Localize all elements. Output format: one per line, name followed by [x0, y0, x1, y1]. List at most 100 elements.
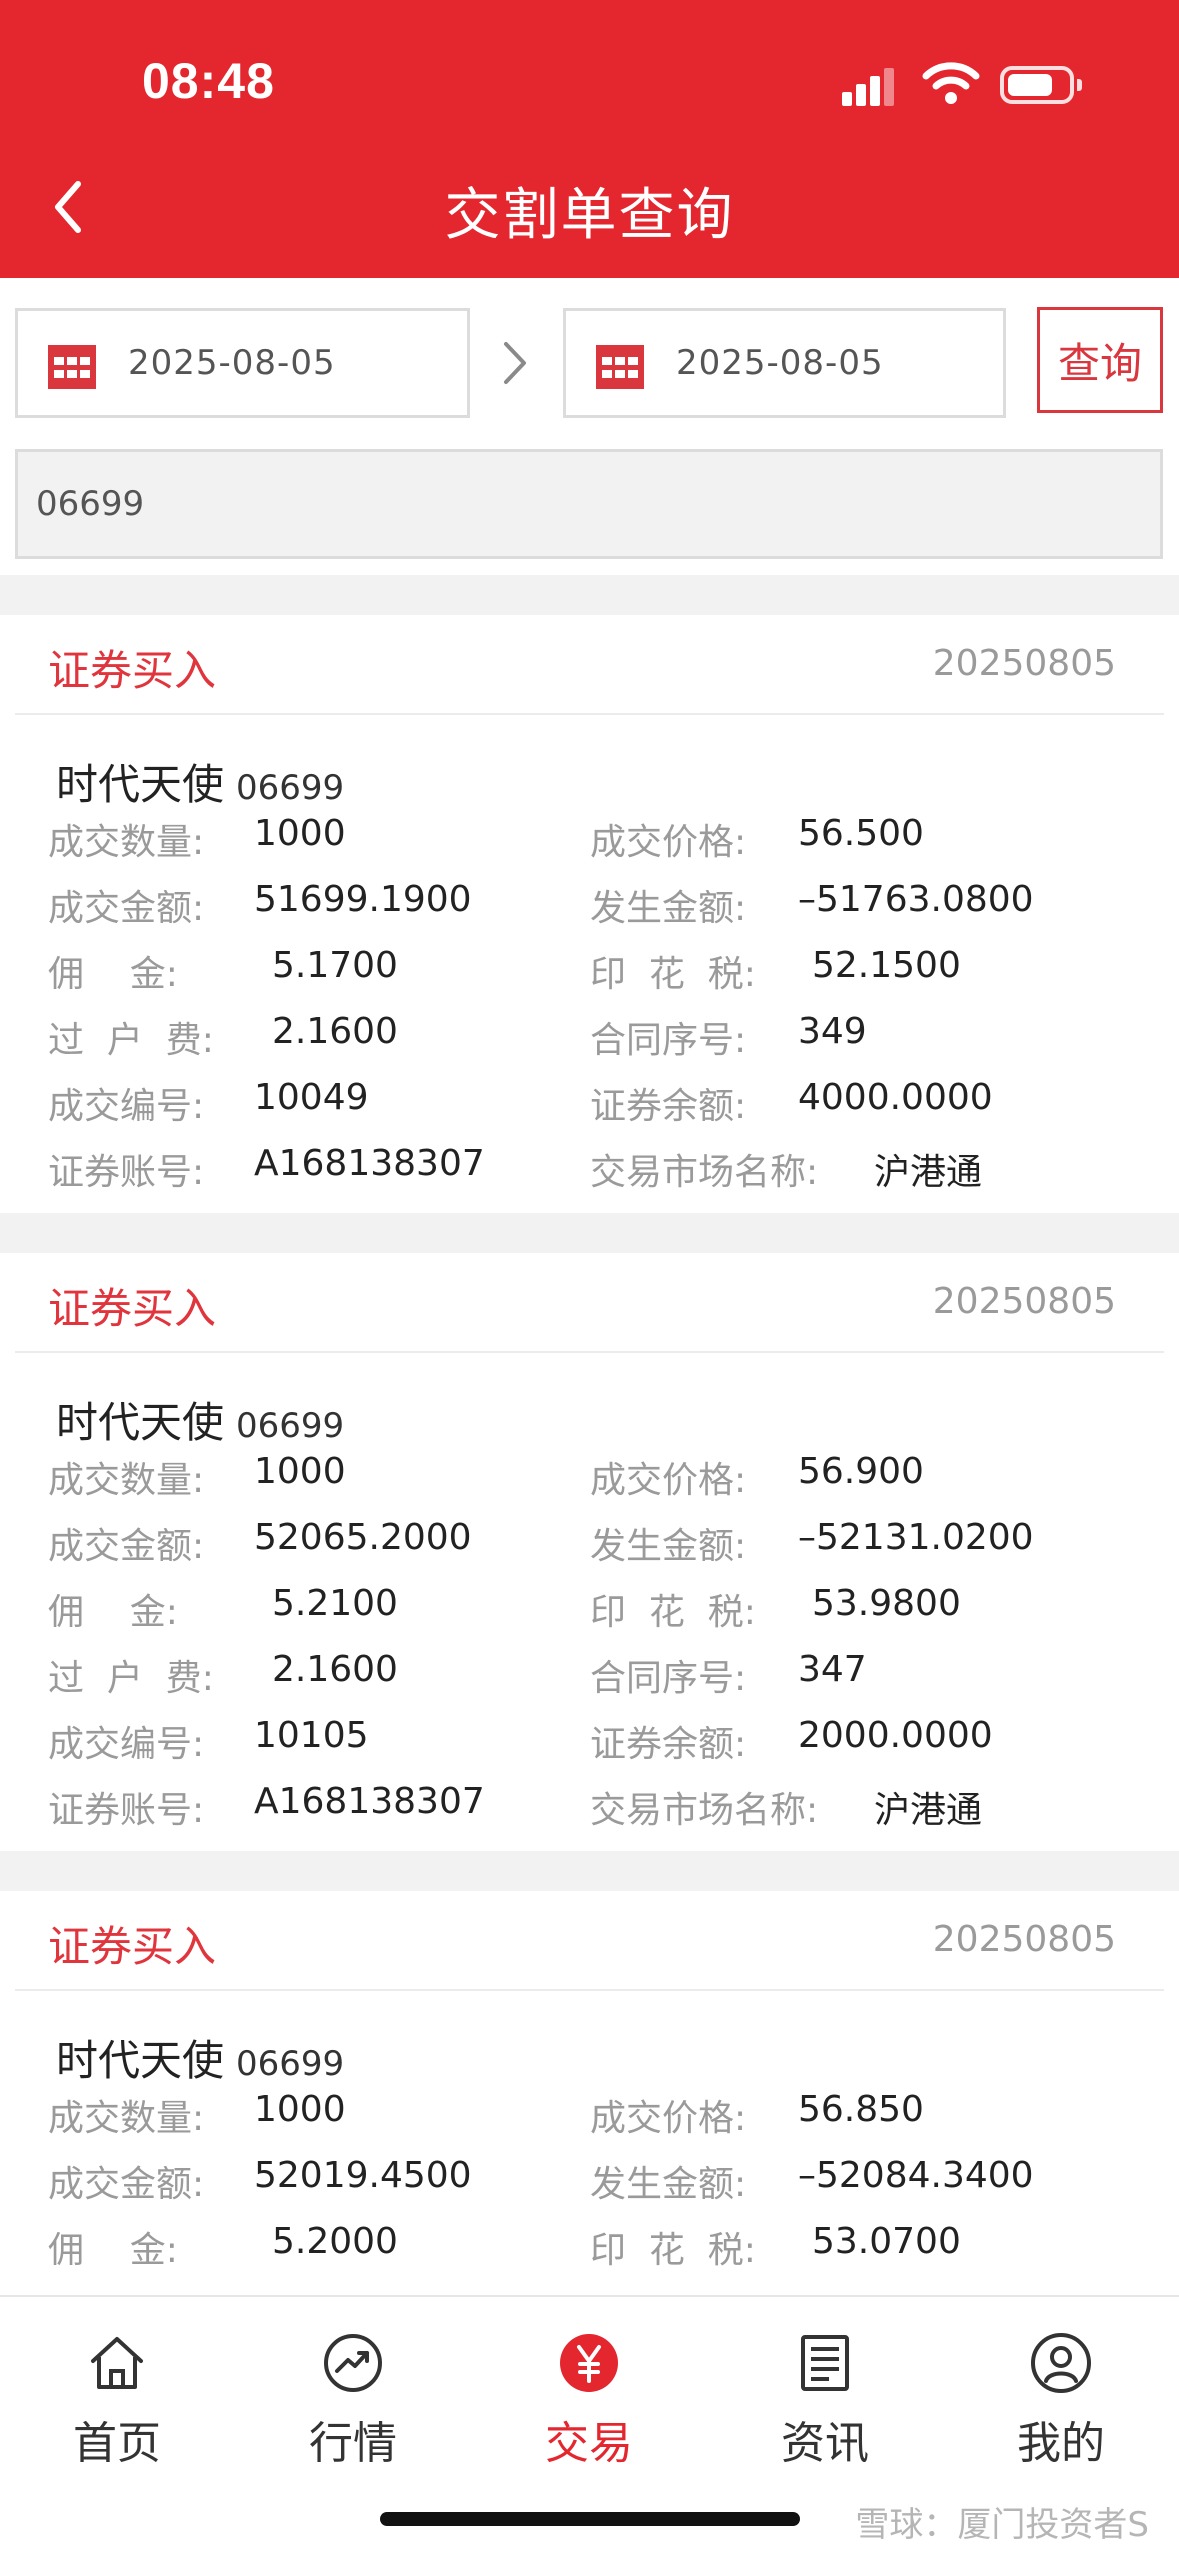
stock-line: 时代天使 06699	[56, 751, 344, 812]
field-value: 347	[798, 1649, 867, 1690]
field-label: 过 户 费:	[48, 1020, 214, 1061]
news-icon	[801, 2335, 849, 2391]
stock-name: 时代天使	[56, 760, 225, 809]
field-value: 53.9800	[812, 1583, 961, 1624]
battery-icon	[1000, 66, 1082, 104]
field-label: 佣 金:	[48, 1592, 178, 1633]
end-date-picker[interactable]: 2025-08-05	[563, 308, 1006, 418]
calendar-icon	[596, 345, 644, 389]
field-value: 10105	[254, 1715, 369, 1756]
start-date-value: 2025-08-05	[128, 343, 336, 383]
tab-label: 资讯	[781, 2418, 869, 2469]
field-label: 成交金额:	[48, 1526, 205, 1567]
header-bar: 08:48 交割单查询	[0, 0, 1179, 278]
trade-record-card[interactable]: 证券买入 20250805 时代天使 06699 成交数量: 1000 成交价格: 5…	[0, 615, 1179, 1213]
field-label: 证券余额:	[590, 1086, 747, 1127]
tab-trade[interactable]: 交易	[499, 2331, 679, 2481]
field-label: 发生金额:	[590, 2164, 747, 2205]
field-label: 过 户 费:	[48, 1658, 214, 1699]
field-value: 51699.1900	[254, 879, 472, 920]
field-value: –52084.3400	[798, 2155, 1034, 2196]
profile-icon	[1031, 2333, 1091, 2393]
cellular-signal-icon	[842, 66, 894, 106]
field-value: 1000	[254, 2089, 346, 2130]
field-label: 印 花 税:	[590, 1592, 756, 1633]
field-value: 5.2000	[272, 2221, 398, 2262]
card-header: 证券买入 20250805	[15, 1253, 1164, 1353]
field-label: 合同序号:	[590, 1658, 747, 1699]
field-label: 成交金额:	[48, 888, 205, 929]
field-label: 成交编号:	[48, 1724, 205, 1765]
trade-record-card[interactable]: 证券买入 20250805 时代天使 06699 成交数量: 1000 成交价格: 5…	[0, 1891, 1179, 2295]
field-label: 成交金额:	[48, 2164, 205, 2205]
start-date-picker[interactable]: 2025-08-05	[15, 308, 470, 418]
field-value: 56.500	[798, 813, 924, 854]
trade-type: 证券买入	[48, 1284, 217, 1333]
end-date-value: 2025-08-05	[676, 343, 884, 383]
home-icon	[91, 2337, 143, 2389]
stock-code-input[interactable]: 06699	[15, 449, 1163, 559]
tab-label: 我的	[1017, 2418, 1105, 2469]
field-label: 佣 金:	[48, 2230, 178, 2271]
field-value: A168138307	[254, 1781, 485, 1822]
field-value: 沪港通	[874, 1152, 983, 1193]
yen-icon	[560, 2334, 618, 2392]
field-value: 2000.0000	[798, 1715, 993, 1756]
record-list[interactable]: 证券买入 20250805 时代天使 06699 成交数量: 1000 成交价格: 5…	[0, 575, 1179, 2295]
field-value: 2.1600	[272, 1011, 398, 1052]
field-value: –51763.0800	[798, 879, 1034, 920]
field-label: 印 花 税:	[590, 954, 756, 995]
wifi-icon	[922, 62, 980, 104]
tab-mine[interactable]: 我的	[971, 2331, 1151, 2481]
watermark: 雪球：厦门投资者S	[855, 2505, 1149, 2545]
field-value: 2.1600	[272, 1649, 398, 1690]
tab-home[interactable]: 首页	[27, 2331, 207, 2481]
field-value: 52065.2000	[254, 1517, 472, 1558]
tab-label: 首页	[73, 2418, 161, 2469]
field-label: 成交编号:	[48, 1086, 205, 1127]
trade-date: 20250805	[932, 1281, 1116, 1322]
stock-name: 时代天使	[56, 1398, 225, 1447]
field-value: 沪港通	[874, 1790, 983, 1831]
home-indicator	[380, 2512, 800, 2526]
field-value: 1000	[254, 813, 346, 854]
stock-line: 时代天使 06699	[56, 2027, 344, 2088]
status-time: 08:48	[142, 53, 275, 109]
field-label: 成交数量:	[48, 2098, 205, 2139]
field-label: 证券账号:	[48, 1152, 205, 1193]
field-label: 证券账号:	[48, 1790, 205, 1831]
trade-type: 证券买入	[48, 646, 217, 695]
query-button[interactable]: 查询	[1037, 307, 1163, 413]
field-value: 5.2100	[272, 1583, 398, 1624]
tab-label: 行情	[309, 2418, 397, 2469]
field-value: 53.0700	[812, 2221, 961, 2262]
field-label: 成交价格:	[590, 2098, 747, 2139]
stock-name: 时代天使	[56, 2036, 225, 2085]
field-label: 成交价格:	[590, 822, 747, 863]
field-value: 52.1500	[812, 945, 961, 986]
field-value: 349	[798, 1011, 867, 1052]
field-value: 5.1700	[272, 945, 398, 986]
page-title: 交割单查询	[444, 183, 735, 248]
field-label: 交易市场名称:	[590, 1790, 819, 1831]
tab-market[interactable]: 行情	[263, 2331, 443, 2481]
stock-code: 06699	[236, 2044, 345, 2084]
card-header: 证券买入 20250805	[15, 1891, 1164, 1991]
trade-date: 20250805	[932, 1919, 1116, 1960]
field-value: 52019.4500	[254, 2155, 472, 2196]
field-value: 1000	[254, 1451, 346, 1492]
stock-code: 06699	[236, 768, 345, 808]
field-value: –52131.0200	[798, 1517, 1034, 1558]
field-label: 成交价格:	[590, 1460, 747, 1501]
field-label: 发生金额:	[590, 888, 747, 929]
field-label: 成交数量:	[48, 1460, 205, 1501]
trade-date: 20250805	[932, 643, 1116, 684]
field-label: 证券余额:	[590, 1724, 747, 1765]
stock-line: 时代天使 06699	[56, 1389, 344, 1450]
card-body: 时代天使 06699 成交数量: 1000 成交价格: 56.500 成交金额: 516…	[0, 715, 1179, 1213]
field-label: 成交数量:	[48, 822, 205, 863]
field-label: 合同序号:	[590, 1020, 747, 1061]
field-value: 56.850	[798, 2089, 924, 2130]
tab-news[interactable]: 资讯	[735, 2331, 915, 2481]
trade-record-card[interactable]: 证券买入 20250805 时代天使 06699 成交数量: 1000 成交价格: 5…	[0, 1253, 1179, 1851]
